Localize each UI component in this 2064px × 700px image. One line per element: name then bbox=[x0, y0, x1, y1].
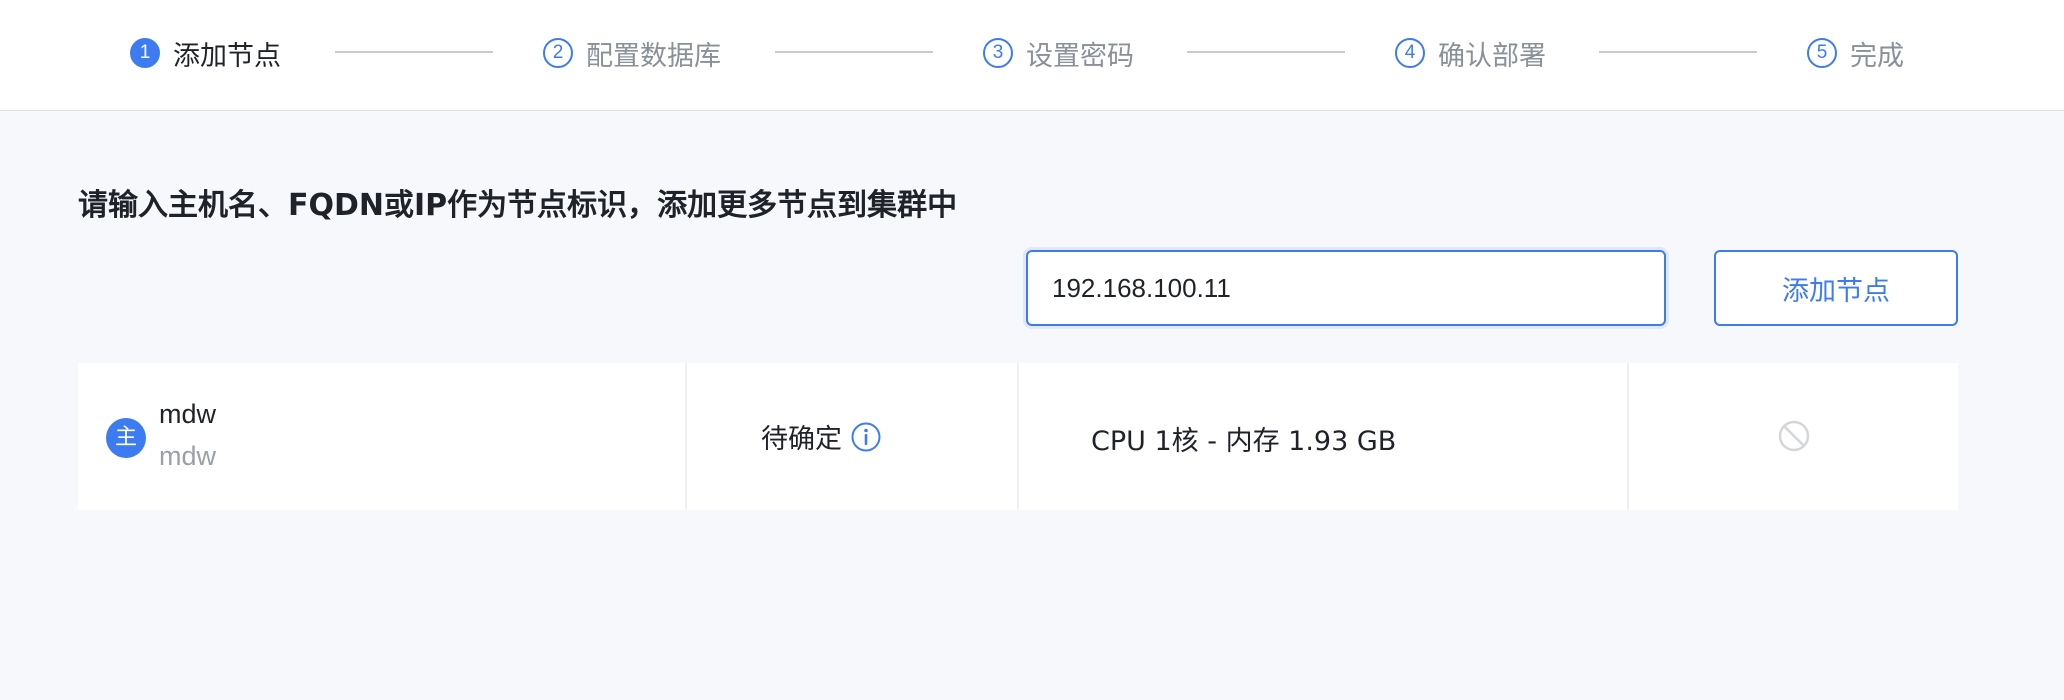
step-connector bbox=[1187, 51, 1345, 53]
step-configure-database: 2 配置数据库 bbox=[543, 33, 721, 73]
step-number-1: 1 bbox=[130, 38, 160, 68]
step-connector bbox=[335, 51, 493, 53]
node-row: 主 mdw mdw 待确定 CPU 1核 - 内存 1.93 GB bbox=[78, 363, 1958, 510]
page-instruction: 请输入主机名、FQDN或IP作为节点标识，添加更多节点到集群中 bbox=[78, 188, 958, 223]
info-icon[interactable] bbox=[850, 421, 882, 453]
node-status: 待确定 bbox=[761, 424, 842, 455]
step-number-3: 3 bbox=[983, 38, 1013, 68]
step-label-add-node: 添加节点 bbox=[173, 40, 281, 72]
step-number-2: 2 bbox=[543, 38, 573, 68]
add-node-button[interactable]: 添加节点 bbox=[1714, 250, 1958, 326]
step-add-node: 1 添加节点 bbox=[130, 33, 281, 73]
node-spec-cell: CPU 1核 - 内存 1.93 GB bbox=[1019, 363, 1629, 510]
master-role-badge: 主 bbox=[106, 418, 146, 458]
step-complete: 5 完成 bbox=[1807, 33, 1904, 73]
step-set-password: 3 设置密码 bbox=[983, 33, 1134, 73]
step-progress-bar: 1 添加节点 2 配置数据库 3 设置密码 4 确认部署 5 完成 bbox=[0, 0, 2064, 111]
step-connector bbox=[775, 51, 933, 53]
step-label-configure-database: 配置数据库 bbox=[586, 40, 721, 72]
step-connector bbox=[1599, 51, 1757, 53]
step-label-set-password: 设置密码 bbox=[1026, 40, 1134, 72]
step-confirm-deploy: 4 确认部署 bbox=[1395, 33, 1546, 73]
host-input[interactable] bbox=[1026, 250, 1666, 326]
node-hostname-sub: mdw bbox=[159, 441, 217, 471]
step-number-5: 5 bbox=[1807, 38, 1837, 68]
node-spec: CPU 1核 - 内存 1.93 GB bbox=[1091, 426, 1397, 457]
node-action-cell bbox=[1629, 363, 1958, 510]
node-hostname: mdw bbox=[159, 399, 217, 429]
node-status-cell: 待确定 bbox=[687, 363, 1019, 510]
ban-icon[interactable] bbox=[1777, 419, 1811, 453]
step-number-4: 4 bbox=[1395, 38, 1425, 68]
step-label-complete: 完成 bbox=[1850, 40, 1904, 72]
node-host-cell: 主 mdw mdw bbox=[78, 363, 687, 510]
step-label-confirm-deploy: 确认部署 bbox=[1438, 40, 1546, 72]
